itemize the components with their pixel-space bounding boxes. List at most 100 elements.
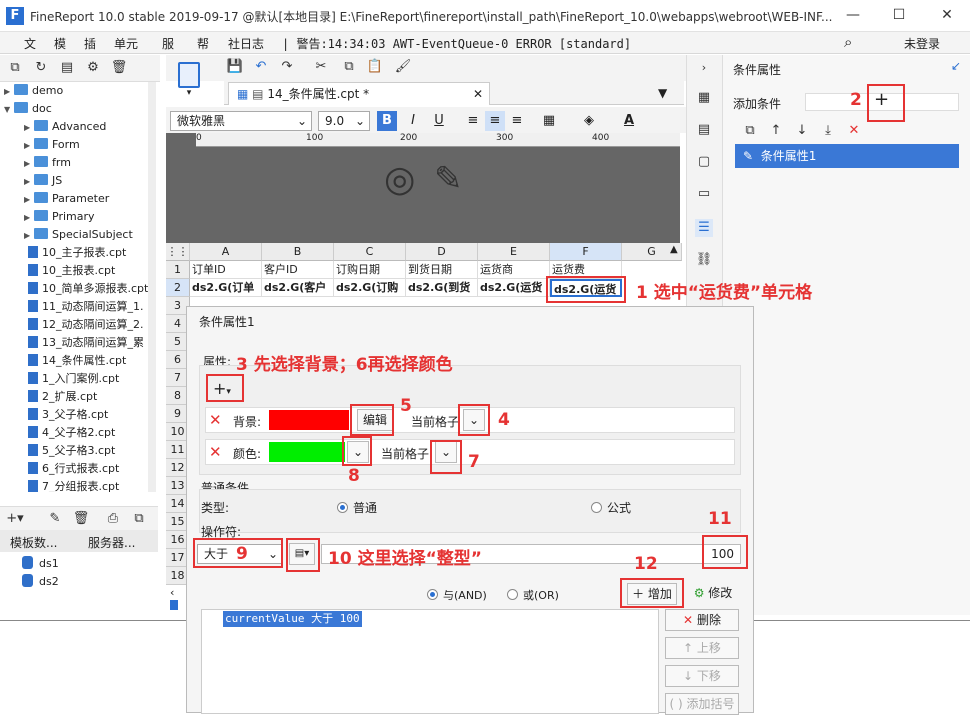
- tree-file[interactable]: 4_父子格2.cpt: [28, 424, 115, 442]
- tree-file[interactable]: 10_简单多源报表.cpt: [28, 280, 148, 298]
- row-header[interactable]: 2: [166, 279, 190, 297]
- modify-button[interactable]: ⚙ 修改: [687, 583, 739, 605]
- open-icon[interactable]: ▤: [58, 59, 76, 77]
- copy-icon[interactable]: ⧉: [741, 122, 759, 140]
- border-icon[interactable]: ▦: [539, 111, 559, 131]
- cell-element-icon[interactable]: ▦: [695, 89, 713, 107]
- italic-button[interactable]: I: [403, 111, 423, 131]
- menu-server[interactable]: 服: [162, 35, 174, 52]
- dataset-item[interactable]: ds2: [22, 574, 59, 588]
- new-folder-icon[interactable]: ⧉: [6, 59, 24, 77]
- menu-file[interactable]: 文: [24, 35, 36, 52]
- data-cell[interactable]: ds2.G(客户: [262, 279, 334, 297]
- normal-radio[interactable]: 普通: [337, 499, 377, 516]
- color-swatch[interactable]: [269, 442, 345, 462]
- format-brush-icon[interactable]: 🖌: [394, 58, 412, 76]
- align-center-icon[interactable]: ≡: [485, 111, 505, 131]
- tab-server-data[interactable]: 服务器...: [88, 534, 135, 551]
- font-size-select[interactable]: 9.0 ⌄: [318, 111, 370, 131]
- row-header[interactable]: 1: [166, 261, 190, 279]
- login-link[interactable]: 未登录: [904, 35, 940, 52]
- data-cell[interactable]: ds2.G(订购: [334, 279, 406, 297]
- corner-cell[interactable]: ⋮⋮: [166, 243, 190, 261]
- add-icon[interactable]: +▾: [6, 510, 24, 528]
- col-header[interactable]: A: [190, 243, 262, 261]
- move-up-button[interactable]: ↑ 上移: [665, 637, 739, 659]
- move-bottom-icon[interactable]: ⤓: [819, 122, 837, 140]
- search-icon[interactable]: ⌕: [844, 33, 852, 51]
- template-icon[interactable]: ▾: [170, 58, 208, 104]
- col-header[interactable]: C: [334, 243, 406, 261]
- data-cell[interactable]: ds2.G(订单: [190, 279, 262, 297]
- formula-radio[interactable]: 公式: [591, 499, 631, 516]
- cut-icon[interactable]: ✂: [312, 58, 330, 76]
- delete-icon[interactable]: 🗑: [110, 59, 128, 77]
- float-element-icon[interactable]: ▢: [695, 153, 713, 171]
- header-cell[interactable]: 到货日期: [406, 261, 478, 279]
- tree-file[interactable]: 3_父子格.cpt: [28, 406, 108, 424]
- save-icon[interactable]: 💾: [226, 58, 244, 76]
- tree-folder[interactable]: ▶ JS: [24, 172, 62, 190]
- col-header[interactable]: E: [478, 243, 550, 261]
- tree-file[interactable]: 10_主子报表.cpt: [28, 244, 126, 262]
- refresh-icon[interactable]: ↻: [32, 59, 50, 77]
- minimize-button[interactable]: —: [838, 4, 868, 26]
- collapse-icon[interactable]: ›: [695, 59, 713, 77]
- close-button[interactable]: ✕: [932, 4, 962, 26]
- undo-icon[interactable]: ↶: [252, 58, 270, 76]
- header-cell[interactable]: 订购日期: [334, 261, 406, 279]
- font-family-select[interactable]: 微软雅黑 ⌄: [170, 111, 312, 131]
- menu-community[interactable]: 社日志: [228, 35, 264, 52]
- tree-folder[interactable]: ▶ demo: [4, 82, 63, 100]
- copy-icon[interactable]: ⧉: [130, 510, 148, 528]
- tree-folder[interactable]: ▶ Primary: [24, 208, 95, 226]
- background-swatch[interactable]: [269, 410, 349, 430]
- header-cell[interactable]: 订单ID: [190, 261, 262, 279]
- tree-file[interactable]: 13_动态隔间运算_累: [28, 334, 144, 352]
- scroll-left-icon[interactable]: ‹: [170, 586, 174, 599]
- col-header[interactable]: F: [550, 243, 622, 261]
- bold-button[interactable]: B: [377, 111, 397, 131]
- delete-icon[interactable]: ✕: [845, 122, 863, 140]
- delete-icon[interactable]: 🗑: [72, 510, 90, 528]
- pin-icon[interactable]: ↙: [951, 59, 961, 73]
- tab-template[interactable]: ▦ ▤ 14_条件属性.cpt * ✕: [228, 82, 490, 105]
- tree-file[interactable]: 12_动态隔间运算_2.: [28, 316, 144, 334]
- condition-attribute-icon[interactable]: ☰: [695, 219, 713, 237]
- tree-scrollbar[interactable]: [148, 82, 156, 492]
- tree-folder[interactable]: ▶ Parameter: [24, 190, 109, 208]
- tree-folder[interactable]: ▶ Advanced: [24, 118, 106, 136]
- tree-folder[interactable]: ▶ Form: [24, 136, 80, 154]
- scroll-up-icon[interactable]: ▲: [670, 244, 678, 255]
- pencil-icon[interactable]: ✎: [434, 159, 463, 199]
- remove-color-icon[interactable]: ✕: [209, 443, 222, 461]
- tree-file[interactable]: 7_分组报表.cpt: [28, 478, 119, 492]
- align-right-icon[interactable]: ≡: [507, 111, 527, 131]
- menu-cell[interactable]: 单元: [114, 35, 138, 52]
- close-tab-icon[interactable]: ✕: [473, 83, 483, 105]
- move-down-button[interactable]: ↓ 下移: [665, 665, 739, 687]
- edit-icon[interactable]: ✎: [46, 510, 64, 528]
- tree-folder[interactable]: ▶ SpecialSubject: [24, 226, 133, 244]
- font-color-icon[interactable]: A: [619, 111, 639, 131]
- tab-template-data[interactable]: 模板数...: [10, 534, 57, 551]
- settings-icon[interactable]: ⚙: [84, 59, 102, 77]
- remove-background-icon[interactable]: ✕: [209, 411, 222, 429]
- header-cell[interactable]: 客户ID: [262, 261, 334, 279]
- tree-file[interactable]: 10_主报表.cpt: [28, 262, 115, 280]
- condition-item[interactable]: ✎ 条件属性1: [735, 144, 959, 168]
- tree-file[interactable]: 1_入门案例.cpt: [28, 370, 119, 388]
- underline-button[interactable]: U: [429, 111, 449, 131]
- tree-folder[interactable]: ▼ doc: [4, 100, 52, 118]
- cell-attribute-icon[interactable]: ▤: [695, 121, 713, 139]
- paste-icon[interactable]: 📋: [366, 58, 384, 76]
- data-cell[interactable]: ds2.G(到货: [406, 279, 478, 297]
- dataset-item[interactable]: ds1: [22, 556, 59, 570]
- tree-file[interactable]: 2_扩展.cpt: [28, 388, 97, 406]
- redo-icon[interactable]: ↷: [278, 58, 296, 76]
- condition-entry[interactable]: currentValue 大于 100: [223, 611, 362, 627]
- menu-insert[interactable]: 插: [84, 35, 96, 52]
- delete-button[interactable]: ✕ 删除: [665, 609, 739, 631]
- copy-icon[interactable]: ⧉: [340, 58, 358, 76]
- tree-folder[interactable]: ▶ frm: [24, 154, 71, 172]
